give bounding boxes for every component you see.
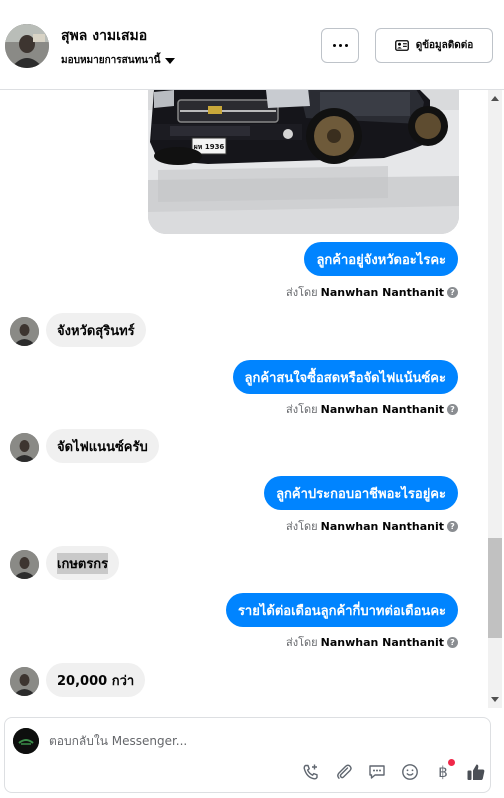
sent-by-prefix: ส่งโดย bbox=[286, 520, 318, 533]
sender-name: Nanwhan Nanthanit bbox=[320, 285, 444, 299]
more-dots-icon bbox=[332, 44, 348, 47]
conversation-header: สุพล งามเสมอ มอบหมายการสนทนานี้ ดูข้อมูล… bbox=[0, 0, 504, 90]
caret-down-icon bbox=[165, 57, 176, 64]
assign-conversation-dropdown[interactable]: มอบหมายการสนทนานี้ bbox=[61, 53, 176, 68]
outgoing-message[interactable]: ลูกค้าประกอบอาชีพอะไรอยู่คะ bbox=[264, 476, 458, 510]
payment-button[interactable]: ฿ bbox=[433, 759, 455, 782]
attach-button[interactable] bbox=[334, 762, 354, 782]
chat-bubble-icon bbox=[369, 765, 385, 779]
help-icon[interactable]: ? bbox=[447, 636, 458, 648]
outgoing-message[interactable]: รายได้ต่อเดือนลูกค้ากี่บาทต่อเดือนคะ bbox=[225, 593, 458, 627]
saved-replies-button[interactable] bbox=[367, 762, 387, 782]
assign-label: มอบหมายการสนทนานี้ bbox=[61, 55, 161, 66]
sender-name: Nanwhan Nanthanit bbox=[320, 402, 444, 416]
sent-by-label: ส่งโดย Nanwhan Nanthanit ? bbox=[286, 517, 458, 535]
baht-icon: ฿ bbox=[438, 763, 448, 781]
incoming-message[interactable]: จัดไฟแนนซ์ครับ bbox=[46, 429, 159, 463]
paperclip-icon bbox=[337, 764, 352, 779]
customer-avatar-small bbox=[10, 433, 39, 462]
reply-input[interactable] bbox=[49, 730, 349, 752]
emoji-button[interactable] bbox=[400, 762, 420, 782]
license-plate: ผห 1936 bbox=[194, 143, 225, 151]
customer-name: สุพล งามเสมอ bbox=[61, 28, 148, 44]
thumbs-up-icon bbox=[467, 764, 485, 780]
sent-by-label: ส่งโดย Nanwhan Nanthanit ? bbox=[286, 400, 458, 418]
thread-scrollbar[interactable] bbox=[488, 90, 502, 708]
phone-plus-icon bbox=[303, 764, 318, 780]
help-icon[interactable]: ? bbox=[447, 520, 458, 532]
page-avatar bbox=[13, 728, 39, 754]
sent-by-prefix: ส่งโดย bbox=[286, 403, 318, 416]
incoming-message[interactable]: 20,000 กว่า bbox=[46, 663, 146, 697]
outgoing-message[interactable]: ลูกค้าสนใจซื้อสดหรือจัดไฟแน้นซ์คะ bbox=[232, 360, 458, 394]
scrollbar-thumb[interactable] bbox=[488, 538, 502, 638]
sent-by-label: ส่งโดย Nanwhan Nanthanit ? bbox=[286, 283, 458, 301]
help-icon[interactable]: ? bbox=[447, 286, 458, 298]
sent-by-label: ส่งโดย Nanwhan Nanthanit ? bbox=[286, 633, 458, 651]
incoming-message[interactable]: จังหวัดสุรินทร์ bbox=[46, 313, 146, 347]
view-contact-label: ดูข้อมูลติดต่อ bbox=[415, 40, 474, 51]
sent-by-prefix: ส่งโดย bbox=[286, 636, 318, 649]
sent-by-prefix: ส่งโดย bbox=[286, 286, 318, 299]
customer-avatar[interactable] bbox=[5, 24, 49, 68]
incoming-message[interactable]: เกษตรกร bbox=[46, 546, 120, 580]
like-button[interactable] bbox=[466, 762, 486, 782]
highlighted-text: เกษตรกร bbox=[57, 552, 109, 574]
smiley-icon bbox=[402, 764, 418, 780]
contact-card-icon bbox=[394, 40, 409, 51]
sender-name: Nanwhan Nanthanit bbox=[320, 635, 444, 649]
vehicle-photo-message[interactable]: ผห 1936 bbox=[148, 90, 459, 234]
message-thread: ผห 1936 ลูกค้าอยู่จังหวัดอะไรคะ ส่งโดย N… bbox=[0, 90, 488, 708]
customer-avatar-small bbox=[10, 550, 39, 579]
reply-composer: ฿ bbox=[4, 717, 491, 793]
customer-avatar-small bbox=[10, 317, 39, 346]
outgoing-message[interactable]: ลูกค้าอยู่จังหวัดอะไรคะ bbox=[304, 242, 458, 276]
notification-dot bbox=[448, 759, 455, 766]
sender-name: Nanwhan Nanthanit bbox=[320, 519, 444, 533]
scroll-down-arrow-icon[interactable] bbox=[491, 697, 499, 702]
customer-avatar-small bbox=[10, 667, 39, 696]
composer-toolbar: ฿ bbox=[301, 759, 486, 782]
view-contact-button[interactable]: ดูข้อมูลติดต่อ bbox=[375, 28, 493, 63]
call-button[interactable] bbox=[301, 762, 321, 782]
more-options-button[interactable] bbox=[321, 28, 359, 63]
help-icon[interactable]: ? bbox=[447, 403, 458, 415]
scroll-up-arrow-icon[interactable] bbox=[491, 96, 499, 101]
